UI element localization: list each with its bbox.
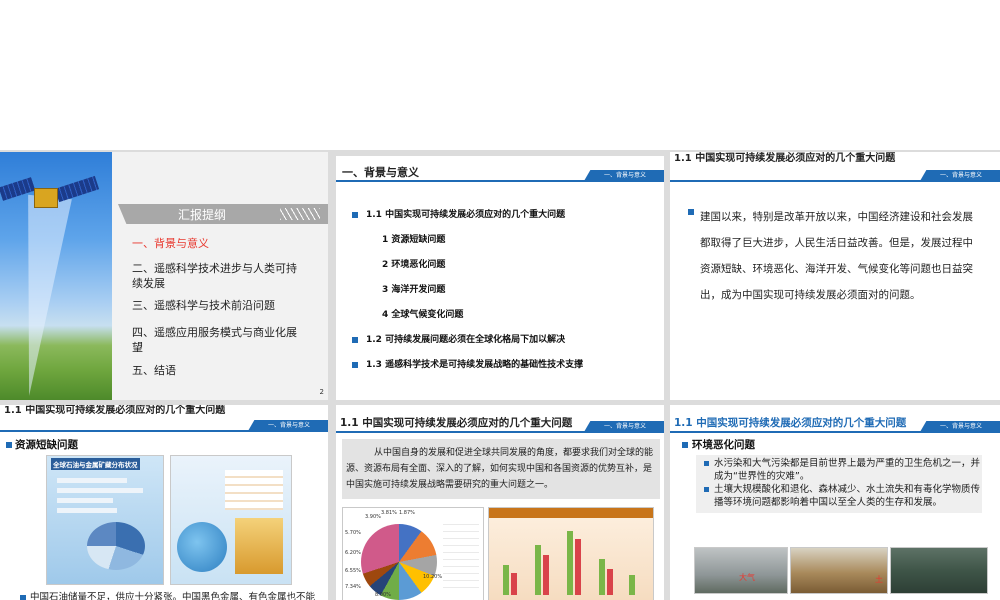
bar [57,498,113,503]
list-item: 1 资源短缺问题 [382,235,446,245]
intro-text: 从中国自身的发展和促进全球共同发展的角度，都要求我们对全球的能源、资源布局有全面… [346,448,654,490]
intro-box: 从中国自身的发展和促进全球共同发展的角度，都要求我们对全球的能源、资源布局有全面… [342,439,660,499]
satellite-sky-image [0,152,112,400]
bar-chart-image [488,507,654,600]
resource-bar-chart-image: 全球石油与金属矿藏分布状况 [46,455,164,585]
subtitle: 环境恶化问题 [682,437,755,452]
body-paragraph: 建国以来，特别是改革开放以来，中国经济建设和社会发展都取得了巨大进步，人民生活日… [688,204,980,308]
environment-bullets: 水污染和大气污染都是目前世界上最为严重的卫生危机之一，并成为“世界性的灾难”。 … [696,455,982,513]
bullet-icon [352,361,358,368]
bar [57,488,143,493]
section-badge: 一、背景与意义 [919,170,1000,181]
section-badge: 一、背景与意义 [583,170,664,181]
slide-title: 一、背景与意义 [342,166,419,179]
bottom-text: 中国石油储量不足，供应十分紧张。中国黑色金属、有色金属也不能 [20,589,315,600]
list-item: 3 海洋开发问题 [382,285,446,295]
bullet-icon [20,594,26,600]
bullet-icon [352,336,358,343]
pie-shape [361,524,437,600]
outline-item-4: 四、遥感应用服务模式与商业化展望 [132,326,297,354]
legend-box [443,518,479,588]
section-badge: 一、背景与意义 [247,420,328,431]
outline-panel: 汇报提纲 一、背景与意义 二、遥感科学技术进步与人类可持续发展 三、遥感科学与技… [112,152,328,400]
pie-label: 3.81% [381,510,397,516]
satellite-icon [34,188,58,208]
pie-chart-image: 3.90% 3.81% 1.87% 5.70% 6.20% 6.55% 7.34… [342,507,484,600]
slide-thumbnail-6[interactable]: 1.1 中国实现可持续发展必须应对的几个重大问题 一、背景与意义 环境恶化问题 … [670,405,1000,600]
degraded-land-photo: 土 [790,547,888,594]
photo-label: 土 [875,575,883,584]
bullet-icon [352,211,358,218]
bar [575,539,581,595]
body-text: 建国以来，特别是改革开放以来，中国经济建设和社会发展都取得了巨大进步，人民生活日… [700,211,973,301]
chart-caption: 全球石油与金属矿藏分布状况 [51,458,140,470]
solar-panel-right [54,175,100,203]
bullet-text: 水污染和大气污染都是目前世界上最为严重的卫生危机之一，并成为“世界性的灾难”。 [704,457,982,483]
pie-label: 7.34% [345,584,361,590]
list-item: 2 环境恶化问题 [382,260,446,270]
outline-item-1: 一、背景与意义 [132,237,209,250]
outline-title-bar: 汇报提纲 [118,204,328,224]
bar [607,569,613,595]
outline-item-3: 三、遥感科学与技术前沿问题 [132,299,275,312]
slide-thumbnail-4[interactable]: 1.1 中国实现可持续发展必须应对的几个重大问题 一、背景与意义 资源短缺问题 … [0,405,328,600]
outline-item-5: 五、结语 [132,364,176,377]
bar [543,555,549,595]
chart-header [489,508,653,518]
bullet-icon [688,209,694,215]
bar [57,508,117,513]
industrial-shape [235,518,283,574]
slide-title: 1.1 中国实现可持续发展必须应对的几个重大问题 [340,417,573,429]
pie-label: 10.20% [423,574,443,580]
pie-label: 6.55% [345,568,361,574]
bullet-icon [682,442,688,448]
list-item: 4 全球气候变化问题 [382,310,464,320]
pie-label: 6.20% [345,550,361,556]
bar [511,573,517,595]
slide-title: 1.1 中国实现可持续发展必须应对的几个重大问题 [4,405,226,416]
china-resource-image [170,455,292,585]
section-badge: 一、背景与意义 [583,421,664,432]
polluted-water-photo [890,547,988,594]
globe-shape [177,522,227,572]
slide-thumbnail-1[interactable]: 汇报提纲 一、背景与意义 二、遥感科学技术进步与人类可持续发展 三、遥感科学与技… [0,152,328,400]
page-number: 2 [319,388,324,396]
bullet-text: 土壤大规模酸化和退化、森林减少、水土流失和有毒化学物质传播等环境问题都影响着中国… [704,483,982,509]
bar [599,559,605,595]
slide-thumbnail-2[interactable]: 一、背景与意义 一、背景与意义 1.1 中国实现可持续发展必须应对的几个重大问题… [336,156,664,400]
bar [535,545,541,595]
slide-thumbnail-3[interactable]: 1.1 中国实现可持续发展必须应对的几个重大问题 一、背景与意义 建国以来，特别… [670,152,1000,400]
bullet-icon [6,442,12,448]
list-item: 1.1 中国实现可持续发展必须应对的几个重大问题 [352,207,565,220]
bar [503,565,509,595]
smog-photo: 大气 [694,547,788,594]
list-item: 1.2 可持续发展问题必须在全球化格局下加以解决 [352,332,565,345]
pie-shape [87,522,145,570]
outline-title: 汇报提纲 [178,208,227,222]
top-whitespace [0,0,1000,150]
section-badge: 一、背景与意义 [919,421,1000,432]
bar [567,531,573,595]
info-table [225,470,283,510]
satellite-beam [7,194,72,399]
pie-label: 1.87% [399,510,415,516]
bar [629,575,635,595]
pie-label: 8.00% [375,592,391,598]
slide-title: 1.1 中国实现可持续发展必须应对的几个重大问题 [674,153,896,164]
bar [57,478,127,483]
pie-label: 5.70% [345,530,361,536]
slide-title: 1.1 中国实现可持续发展必须应对的几个重大问题 [674,417,907,429]
list-item: 1.3 遥感科学技术是可持续发展战略的基础性技术支撑 [352,357,583,370]
pie-label: 3.90% [365,514,381,520]
photo-label: 大气 [739,573,755,582]
hatch-decoration [280,208,320,220]
subtitle: 资源短缺问题 [6,437,78,452]
slide-thumbnail-5[interactable]: 1.1 中国实现可持续发展必须应对的几个重大问题 一、背景与意义 从中国自身的发… [336,405,664,600]
outline-item-2: 二、遥感科学技术进步与人类可持续发展 [132,262,297,290]
